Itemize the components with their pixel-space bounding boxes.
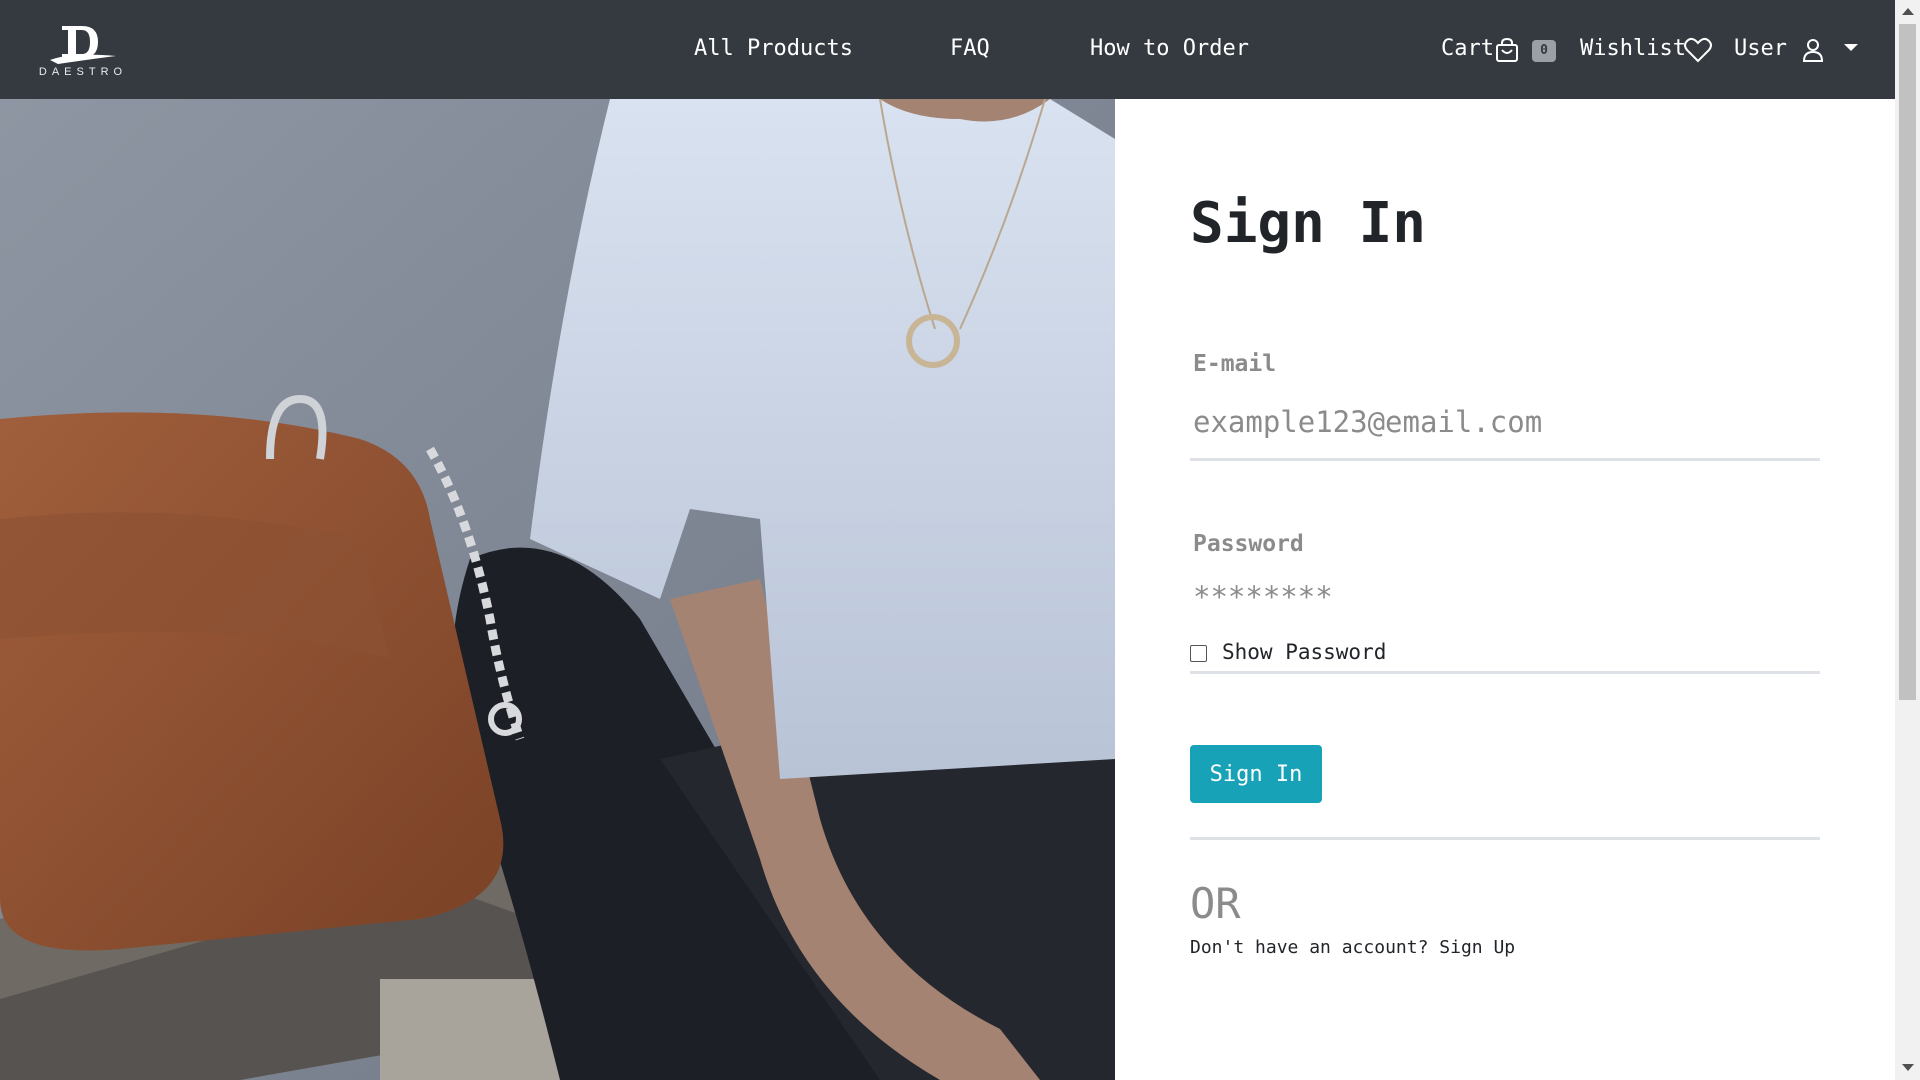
sign-in-button[interactable]: Sign In bbox=[1190, 745, 1322, 803]
signup-prompt: Don't have an account? bbox=[1190, 937, 1429, 958]
logo-mark bbox=[50, 26, 116, 64]
or-separator: OR bbox=[1190, 879, 1241, 928]
nav-wishlist-link[interactable]: Wishlist bbox=[1580, 35, 1686, 63]
section-divider bbox=[1190, 837, 1820, 840]
page-scrollbar[interactable] bbox=[1895, 0, 1920, 1080]
email-field[interactable] bbox=[1190, 399, 1823, 445]
email-label: E-mail bbox=[1193, 351, 1277, 377]
scroll-thumb[interactable] bbox=[1899, 24, 1916, 700]
user-icon[interactable] bbox=[1801, 37, 1825, 67]
scroll-up-arrow-icon[interactable] bbox=[1902, 8, 1914, 15]
nav-faq[interactable]: FAQ bbox=[950, 35, 990, 63]
nav-all-products[interactable]: All Products bbox=[694, 35, 853, 63]
sign-up-link[interactable]: Sign Up bbox=[1439, 937, 1515, 958]
email-underline bbox=[1190, 458, 1820, 461]
top-navbar: DAESTRO All Products FAQ How to Order Ca… bbox=[0, 0, 1895, 99]
nav-cart-link[interactable]: Cart bbox=[1441, 35, 1494, 63]
page-title: Sign In bbox=[1190, 191, 1427, 256]
password-underline bbox=[1190, 671, 1820, 674]
sign-in-panel: Sign In E-mail Password Show Password Si… bbox=[1115, 99, 1895, 1080]
shopping-bag-icon[interactable] bbox=[1494, 37, 1520, 67]
show-password-checkbox[interactable] bbox=[1190, 645, 1207, 662]
cart-count-badge: 0 bbox=[1532, 40, 1556, 62]
logo-wordmark: DAESTRO bbox=[38, 66, 128, 78]
show-password-label[interactable]: Show Password bbox=[1222, 640, 1386, 664]
password-field[interactable] bbox=[1190, 574, 1823, 620]
scroll-down-arrow-icon[interactable] bbox=[1902, 1064, 1914, 1071]
fashion-photo-illustration bbox=[0, 99, 1115, 1080]
signup-prompt-row: Don't have an account? Sign Up bbox=[1190, 937, 1515, 958]
heart-icon[interactable] bbox=[1684, 37, 1712, 67]
nav-user-link[interactable]: User bbox=[1734, 35, 1787, 63]
brand-logo[interactable]: DAESTRO bbox=[32, 22, 134, 80]
password-label: Password bbox=[1193, 531, 1304, 557]
caret-down-icon[interactable] bbox=[1844, 44, 1858, 51]
nav-how-to-order[interactable]: How to Order bbox=[1090, 35, 1249, 63]
hero-photo bbox=[0, 99, 1115, 1080]
